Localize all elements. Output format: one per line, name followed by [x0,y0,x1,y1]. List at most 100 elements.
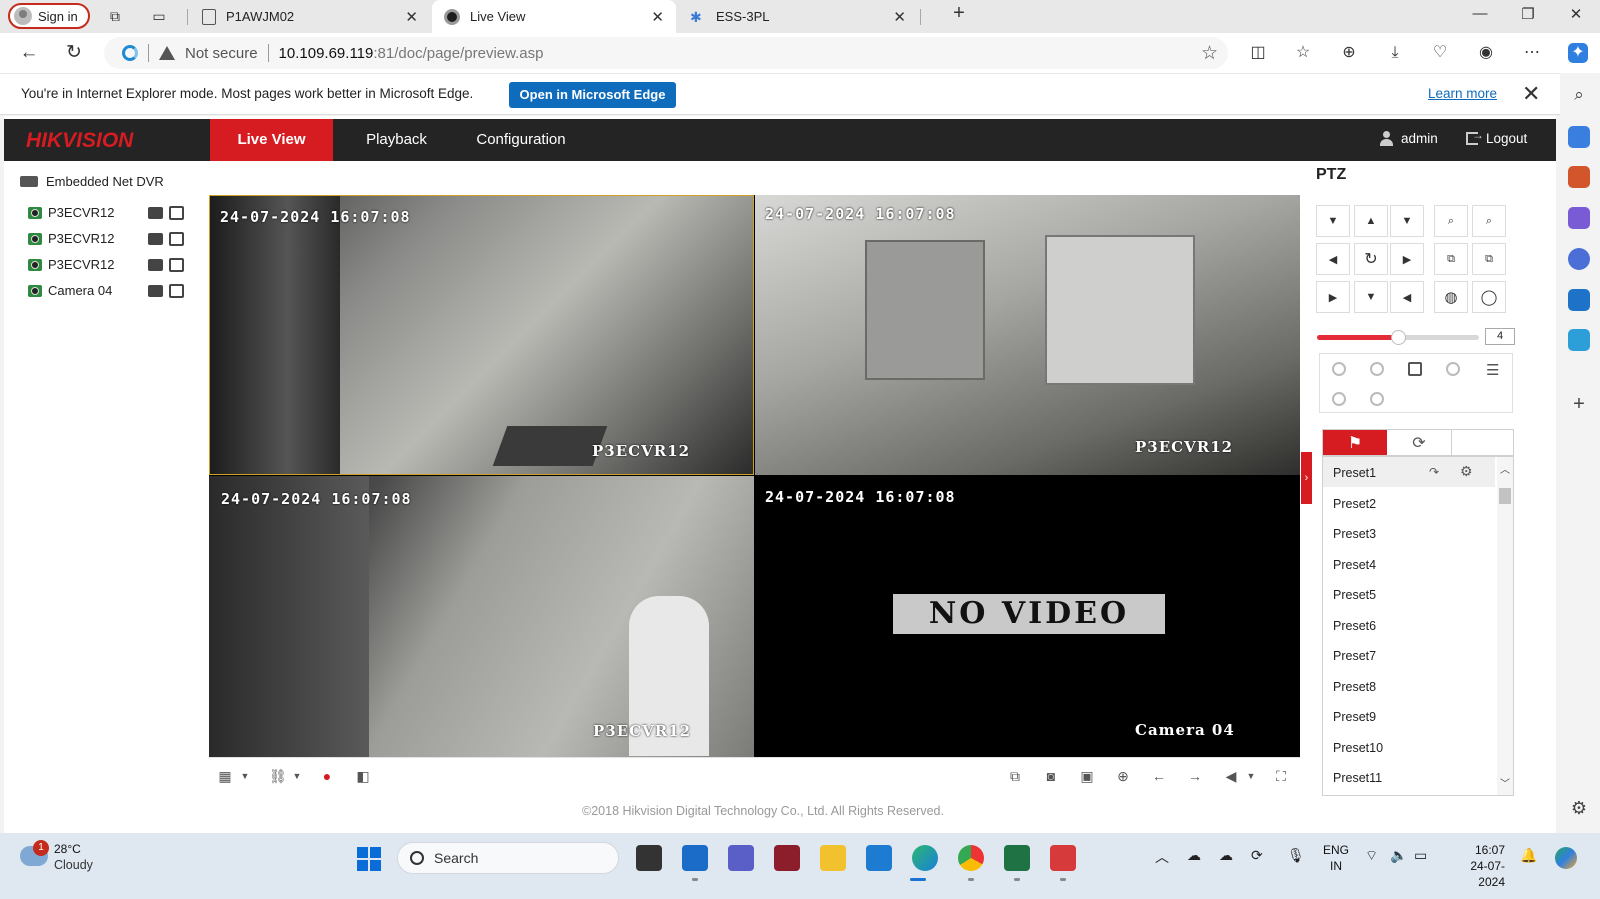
ptz-right-button[interactable]: ▶ [1390,243,1424,275]
tab-patrol[interactable]: ⟳ [1387,430,1451,455]
manual-tracking-icon[interactable] [1332,392,1346,406]
workspaces-icon[interactable]: ⧉ [106,7,124,25]
iris-close-button[interactable]: ◯ [1472,281,1506,313]
tab-close-icon[interactable]: ✕ [405,8,418,26]
ptz-speed-handle[interactable] [1391,330,1406,345]
shopping-tag-icon[interactable] [1568,126,1590,148]
chevron-down-icon[interactable]: ▼ [1243,769,1259,784]
preset-item[interactable]: Preset3 [1333,527,1376,541]
camera-list-item[interactable]: P3ECVR12 [28,205,184,220]
outlook-icon[interactable] [1568,289,1590,311]
preset-settings-icon[interactable]: ⚙ [1460,463,1473,480]
weather-description[interactable]: Cloudy [54,858,93,872]
outlook-icon[interactable] [682,845,708,871]
clock[interactable]: 16:07 24-07-2024 [1445,842,1505,890]
record-icon[interactable]: ▣ [1079,769,1095,784]
preset-item[interactable]: Preset4 [1333,558,1376,572]
menu-icon[interactable]: ☰ [1486,361,1499,379]
tab-pattern[interactable] [1451,430,1515,455]
games-icon[interactable] [1568,207,1590,229]
audio-icon[interactable]: ◀ [1223,769,1239,784]
minimize-button[interactable]: — [1470,5,1490,22]
preset-scrollbar[interactable]: ︿ ﹀ [1497,457,1513,795]
volume-icon[interactable]: 🔈 [1390,847,1407,864]
preset-item[interactable]: Preset5 [1333,588,1376,602]
user-menu[interactable]: admin [1380,131,1438,146]
zoom-in-button[interactable]: ⌕ [1434,205,1468,237]
camera-list-item[interactable]: P3ECVR12 [28,257,184,272]
language-indicator[interactable]: ENG IN [1323,842,1349,874]
preset-item[interactable]: Preset8 [1333,680,1376,694]
infobar-close-icon[interactable]: ✕ [1522,81,1540,107]
tab-close-icon[interactable]: ✕ [893,8,906,26]
ptz-up-left-button[interactable]: ▼ [1316,205,1350,237]
cloud-sync-icon[interactable]: ☁ [1219,847,1233,864]
ptz-up-right-button[interactable]: ▼ [1390,205,1424,237]
fullscreen-icon[interactable]: ⛶ [1273,769,1289,784]
office-icon[interactable] [1568,248,1590,270]
show-hidden-icons-icon[interactable]: ︿ [1155,847,1169,867]
capture-icon[interactable]: ◙ [1043,769,1059,784]
tab-close-icon[interactable]: ✕ [651,8,664,26]
add-icon[interactable]: + [1568,393,1590,415]
start-button[interactable] [357,847,381,871]
sync-icon[interactable]: ⟳ [1251,847,1263,864]
record-icon[interactable] [148,206,163,219]
nav-configuration[interactable]: Configuration [462,119,580,161]
weather-temperature[interactable]: 28°C [54,842,81,856]
collapse-panel-handle[interactable]: › [1301,452,1312,504]
ptz-down-right-button[interactable]: ◀ [1390,281,1424,313]
learn-more-link[interactable]: Learn more [1428,86,1497,101]
focus-far-button[interactable]: ⧉ [1472,243,1506,275]
preset-item[interactable]: Preset11 [1333,771,1382,785]
nav-live-view[interactable]: Live View [210,119,333,161]
collections-icon[interactable]: ⊕ [1339,43,1359,63]
camera-list-item[interactable]: P3ECVR12 [28,231,184,246]
notifications-bell-icon[interactable]: 🔔 [1520,847,1537,864]
performance-icon[interactable]: ◉ [1476,43,1496,63]
video-tile-3[interactable]: 24-07-2024 16:07:08 P3ECVR12 [209,476,754,757]
previous-page-icon[interactable]: ◧ [355,769,371,784]
search-icon[interactable]: ⌕ [1568,85,1590,107]
lens-init-icon[interactable] [1446,362,1460,376]
stream-select-icon[interactable] [169,283,184,298]
ie-mode-icon[interactable] [122,45,138,61]
previous-icon[interactable]: ← [1151,769,1167,784]
auxiliary-focus-icon[interactable] [1408,362,1422,376]
open-in-edge-button[interactable]: Open in Microsoft Edge [509,82,676,108]
window-close-button[interactable]: ✕ [1566,5,1586,23]
ptz-down-left-button[interactable]: ▶ [1316,281,1350,313]
chevron-down-icon[interactable]: ▼ [237,769,253,784]
more-menu-icon[interactable]: ⋯ [1522,43,1542,63]
stream-type-icon[interactable]: ⛓ [269,769,287,784]
ptz-up-button[interactable]: ▲ [1354,205,1388,237]
downloads-icon[interactable]: ⤓ [1385,43,1405,63]
ptz-speed-slider[interactable] [1317,330,1479,345]
not-secure-label[interactable]: Not secure [185,45,258,62]
preset-item[interactable]: Preset1 [1333,466,1376,480]
favorites-icon[interactable]: ☆ [1293,43,1313,63]
excel-icon[interactable] [1004,845,1030,871]
remote-desktop-icon[interactable] [866,845,892,871]
video-tile-1[interactable]: 24-07-2024 16:07:08 P3ECVR12 [209,195,754,475]
record-icon[interactable] [148,284,163,297]
task-view-icon[interactable] [636,845,662,871]
send-icon[interactable] [1568,329,1590,351]
copilot-taskbar-icon[interactable] [1555,847,1577,869]
microphone-icon[interactable]: 🎙 [1287,847,1305,864]
logout-button[interactable]: Logout [1466,128,1527,146]
wifi-icon[interactable]: ⌔ [1365,847,1378,865]
ptz-auto-button[interactable]: ↻ [1354,243,1388,275]
onedrive-icon[interactable]: ☁ [1187,847,1201,864]
light-icon[interactable] [1332,362,1346,376]
nav-playback[interactable]: Playback [349,119,444,161]
chrome-icon[interactable] [958,845,984,871]
back-button[interactable]: ← [17,41,41,65]
zoom-icon[interactable]: ⊕ [1115,769,1131,784]
video-tile-4[interactable]: 24-07-2024 16:07:08 NO VIDEO Camera 04 [755,476,1300,757]
wiper-icon[interactable] [1370,362,1384,376]
url-field[interactable]: Not secure 10.109.69.119:81/doc/page/pre… [104,37,1228,69]
chevron-down-icon[interactable]: ﹀ [1500,775,1510,790]
tab-live-view[interactable]: Live View ✕ [432,0,676,33]
video-tile-2[interactable]: 24-07-2024 16:07:08 P3ECVR12 [755,195,1300,475]
